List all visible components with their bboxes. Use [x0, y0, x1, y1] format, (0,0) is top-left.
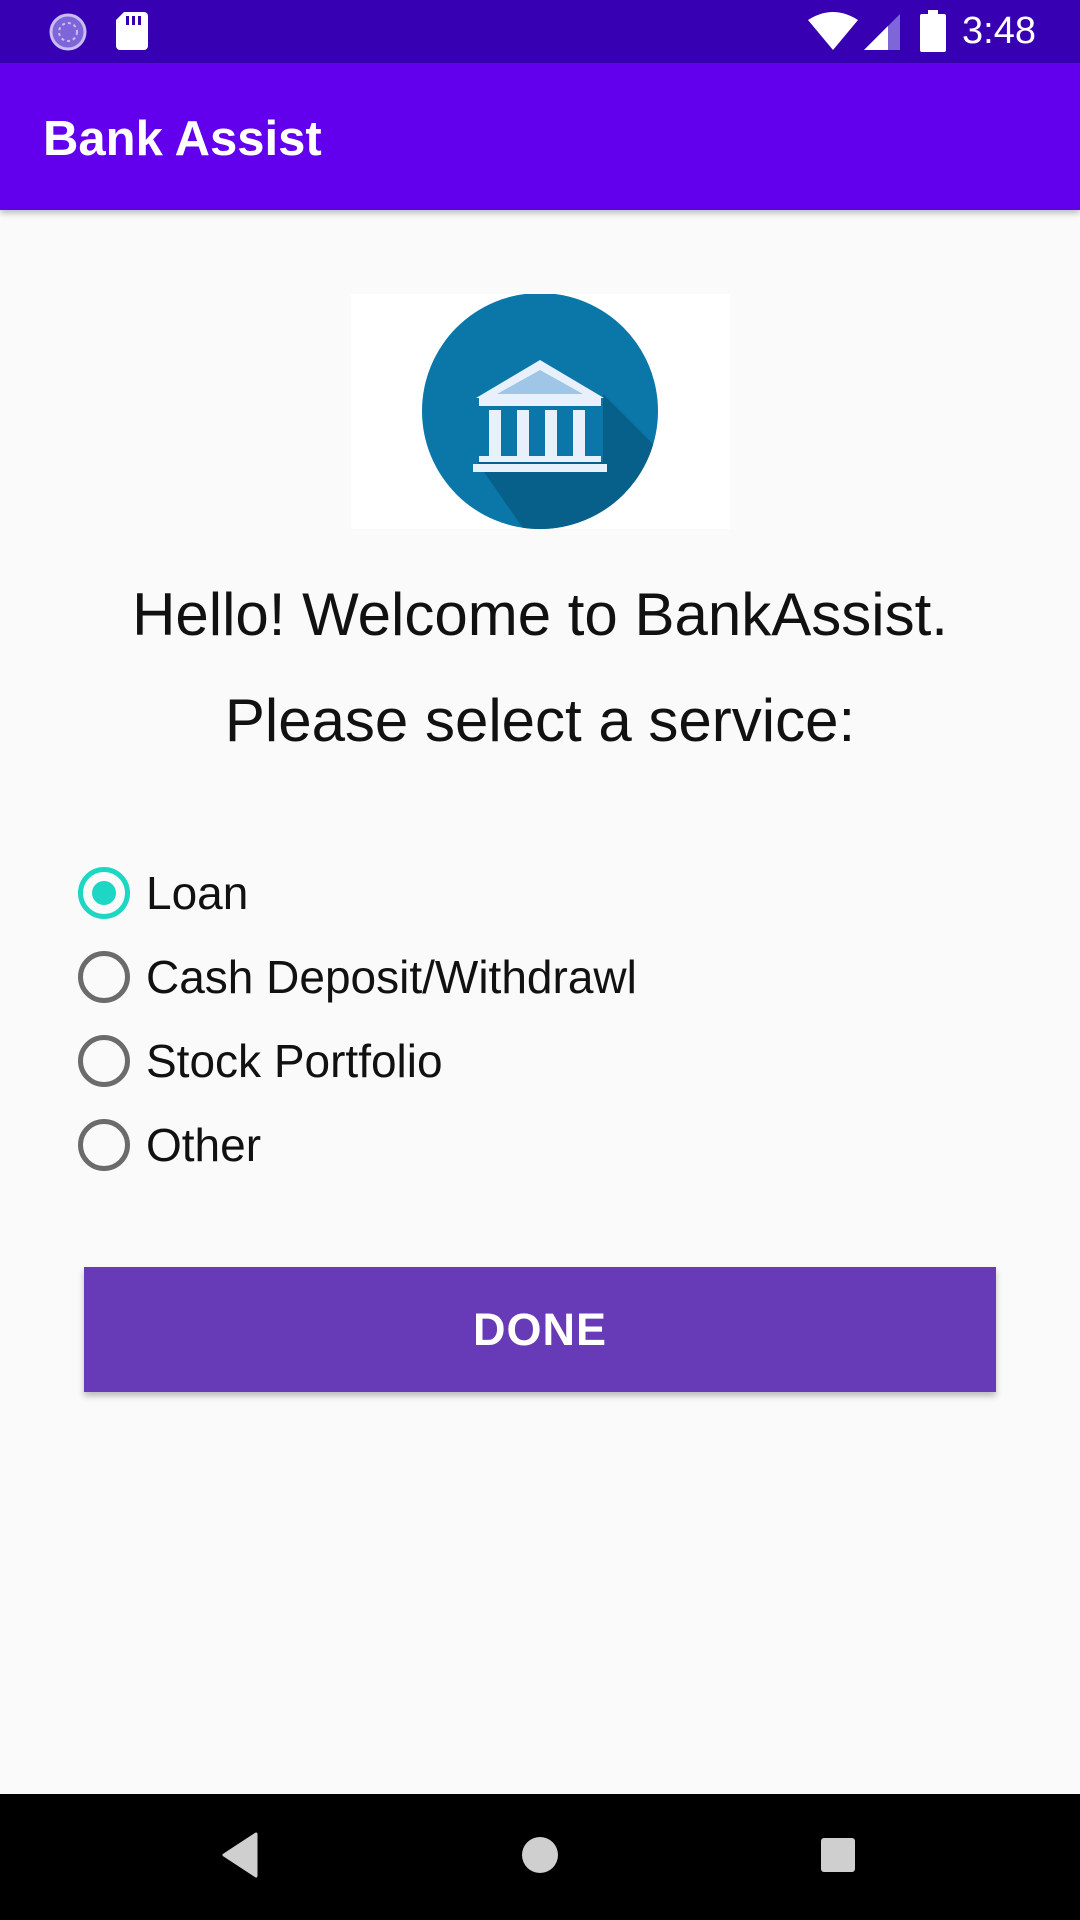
app-bar: Bank Assist — [0, 63, 1080, 210]
radio-label-stock-portfolio: Stock Portfolio — [146, 1035, 443, 1087]
radio-button-unchecked-icon[interactable] — [78, 951, 130, 1003]
done-button[interactable]: DONE — [84, 1267, 996, 1392]
back-icon[interactable] — [222, 1832, 258, 1878]
system-nav-bar — [0, 1794, 1080, 1920]
radio-label-other: Other — [146, 1119, 262, 1171]
bank-logo — [351, 293, 730, 529]
app-title: Bank Assist — [43, 112, 322, 166]
radio-label-loan: Loan — [146, 867, 249, 919]
battery-icon — [920, 10, 946, 52]
status-time: 3:48 — [962, 10, 1036, 52]
sd-card-icon — [116, 12, 148, 50]
loading-icon — [49, 13, 87, 51]
radio-option-stock-portfolio[interactable]: Stock Portfolio — [78, 1026, 778, 1096]
radio-button-unchecked-icon[interactable] — [78, 1035, 130, 1087]
recents-icon[interactable] — [818, 1832, 858, 1878]
bank-building-icon — [422, 293, 658, 529]
status-bar: 3:48 — [0, 0, 1080, 63]
radio-option-other[interactable]: Other — [78, 1110, 778, 1180]
radio-option-cash-deposit-withdrawl[interactable]: Cash Deposit/Withdrawl — [78, 942, 778, 1012]
welcome-text: Hello! Welcome to BankAssist. — [132, 581, 948, 648]
radio-label-cash-deposit: Cash Deposit/Withdrawl — [146, 951, 637, 1003]
home-icon[interactable] — [520, 1832, 560, 1878]
signal-icon — [864, 14, 900, 50]
radio-button-checked-icon[interactable] — [78, 867, 130, 919]
radio-option-loan[interactable]: Loan — [78, 858, 778, 928]
radio-button-unchecked-icon[interactable] — [78, 1119, 130, 1171]
wifi-icon — [808, 12, 858, 50]
service-prompt: Please select a service: — [224, 687, 856, 754]
